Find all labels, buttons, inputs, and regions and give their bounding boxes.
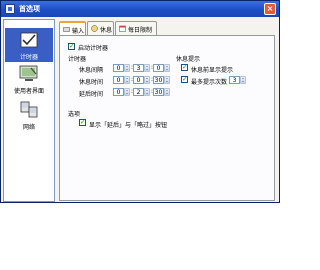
- postpone-seconds[interactable]: 30: [153, 88, 164, 96]
- max-prompts-label: 最多提示次数: [191, 79, 228, 86]
- spinner[interactable]: [124, 64, 130, 72]
- max-prompts-input[interactable]: 3: [229, 76, 240, 84]
- rest-duration-minutes[interactable]: 0: [133, 76, 144, 84]
- tab-daily-limit[interactable]: 每日限制: [115, 21, 157, 35]
- rest-duration-seconds[interactable]: 30: [153, 76, 164, 84]
- tab-rest[interactable]: 休息: [87, 21, 114, 35]
- rest-interval-label: 休息间隔: [79, 67, 104, 74]
- sidebar-item-label: 使用者界面: [13, 88, 44, 95]
- show-before-label: 休息前显示提示: [191, 67, 234, 74]
- tab-label: 休息: [100, 27, 113, 34]
- spinner[interactable]: [144, 76, 150, 84]
- skip-postpone-checkbox[interactable]: [79, 118, 86, 126]
- rest-interval-seconds[interactable]: 0: [153, 64, 164, 72]
- spinner[interactable]: [240, 76, 246, 84]
- postpone-hours[interactable]: 0: [113, 88, 124, 96]
- sidebar: 计时器 使用者界面 网络: [3, 19, 55, 202]
- autostart-label: 启动计时器: [78, 45, 109, 52]
- postpone-time-label: 延后时间: [79, 91, 104, 98]
- close-button[interactable]: ×: [264, 3, 276, 15]
- spinner[interactable]: [164, 64, 170, 72]
- settings-panel: 启动计时器 计时器 休息间隔 0 : 3 : 0 休息时间 0 : 0 : 30…: [59, 35, 275, 201]
- spinner[interactable]: [164, 76, 170, 84]
- app-icon: [5, 4, 15, 14]
- window-title: 首选项: [19, 5, 40, 13]
- spinner[interactable]: [144, 64, 150, 72]
- calendar-icon: [119, 25, 126, 32]
- spinner[interactable]: [164, 88, 170, 96]
- postpone-minutes[interactable]: 2: [133, 88, 144, 96]
- prompt-section-header: 休息提示: [176, 56, 201, 63]
- rest-interval-minutes[interactable]: 3: [133, 64, 144, 72]
- show-before-checkbox[interactable]: [181, 63, 188, 71]
- rest-icon: [91, 25, 98, 32]
- timer-section-header: 计时器: [68, 56, 87, 63]
- rest-duration-hours[interactable]: 0: [113, 76, 124, 84]
- tab-input[interactable]: 输入: [59, 21, 86, 36]
- sidebar-item-network[interactable]: 网络: [5, 98, 53, 132]
- title-bar: 首选项 ×: [1, 1, 279, 17]
- spinner[interactable]: [144, 88, 150, 96]
- rest-interval-hours[interactable]: 0: [113, 64, 124, 72]
- sidebar-item-label: 网络: [22, 124, 35, 131]
- rest-duration-label: 休息时间: [79, 79, 104, 86]
- sidebar-item-ui[interactable]: 使用者界面: [5, 62, 53, 96]
- preferences-window: 首选项 × 计时器 使用者界面 网络 输入 休息 每日限制 ✓ 启动计时器 计时…: [0, 0, 280, 203]
- skip-postpone-label: 显示「延后」与「略过」按钮: [89, 122, 168, 129]
- max-prompts-checkbox[interactable]: [181, 75, 188, 83]
- autostart-checkbox[interactable]: [68, 42, 75, 50]
- monitor-icon: [19, 65, 38, 81]
- network-icon: [20, 101, 38, 118]
- keyboard-icon: [63, 27, 70, 32]
- sidebar-item-label: 计时器: [19, 54, 38, 61]
- spinner[interactable]: [124, 88, 130, 96]
- options-section-header: 选项: [68, 111, 81, 118]
- spinner[interactable]: [124, 76, 130, 84]
- tab-label: 每日限制: [128, 27, 153, 34]
- sidebar-item-timer[interactable]: 计时器: [5, 28, 53, 62]
- tab-label: 输入: [72, 28, 85, 35]
- checkmark-icon: [20, 32, 38, 48]
